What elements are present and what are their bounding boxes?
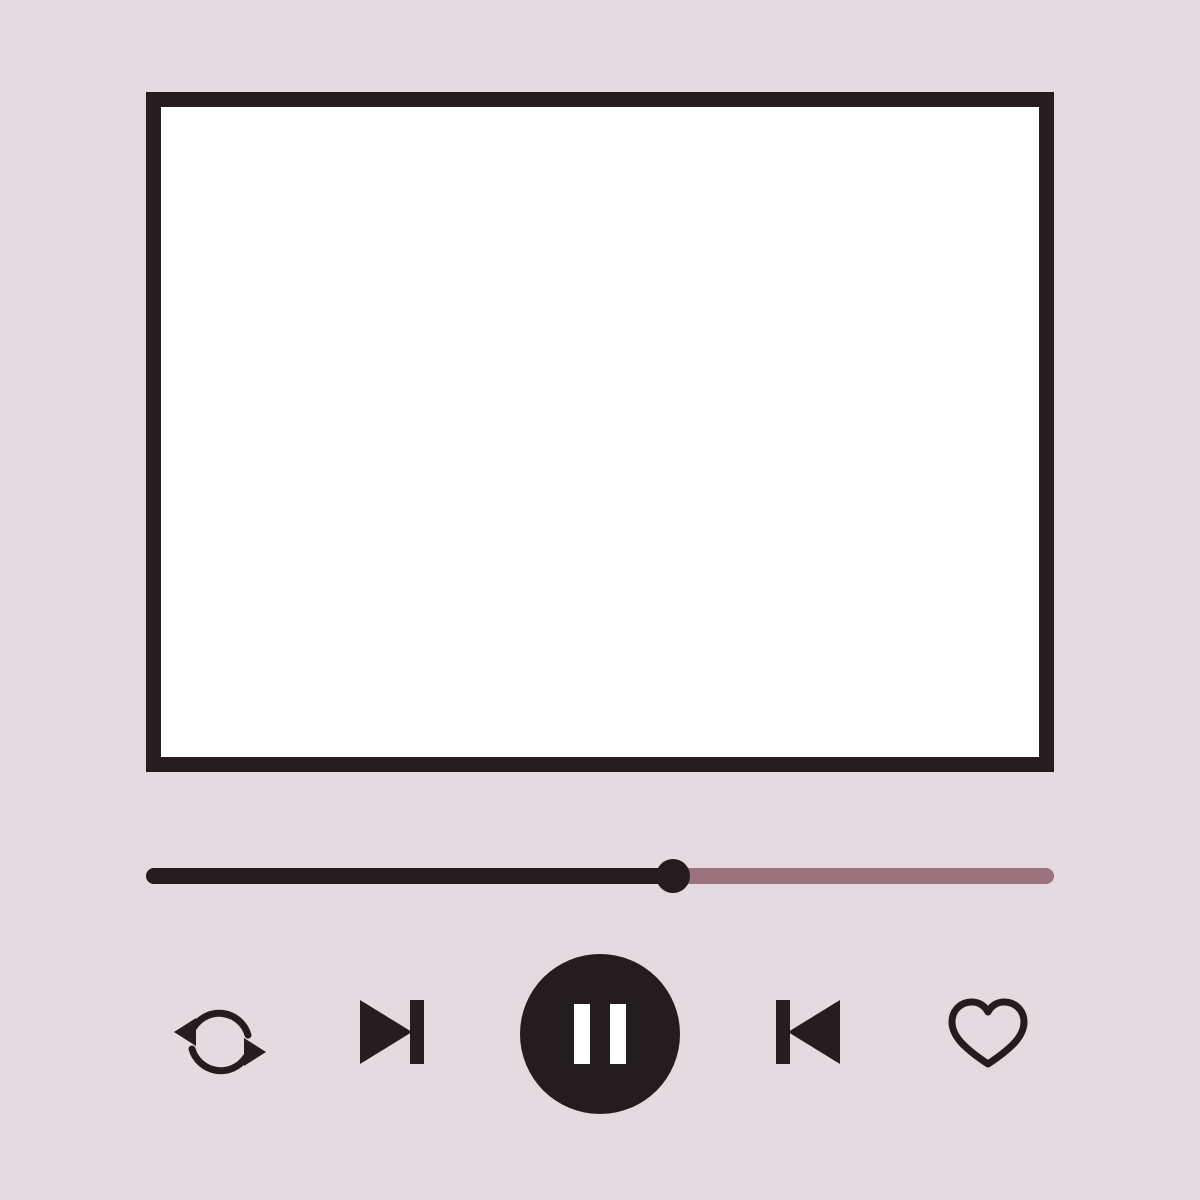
favorite-button[interactable] [944,994,1032,1074]
player-controls [0,950,1200,1114]
skip-previous-icon [776,1000,840,1064]
previous-button[interactable] [770,994,846,1070]
video-screen[interactable] [146,92,1054,772]
progress-bar[interactable] [146,858,1054,894]
pause-icon [574,1004,626,1064]
repeat-button[interactable] [168,990,272,1094]
progress-thumb[interactable] [656,859,690,893]
pause-button[interactable] [520,954,680,1114]
skip-next-icon [360,1000,424,1064]
repeat-icon [174,1009,266,1075]
next-button[interactable] [354,994,430,1070]
progress-played [146,868,673,884]
heart-icon [948,998,1028,1068]
